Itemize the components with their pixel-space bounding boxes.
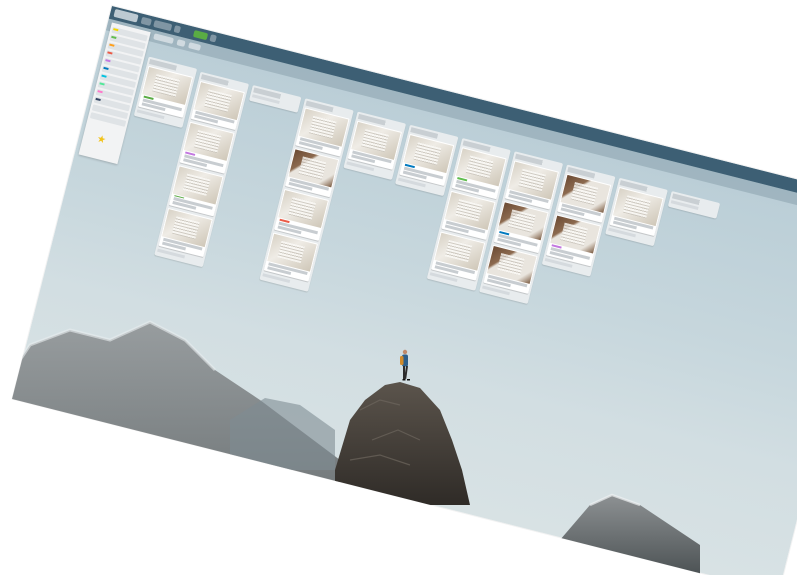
mountain-scenery — [12, 320, 700, 575]
hiker-figure — [398, 349, 410, 395]
photo-stage: ★ — [0, 0, 797, 575]
